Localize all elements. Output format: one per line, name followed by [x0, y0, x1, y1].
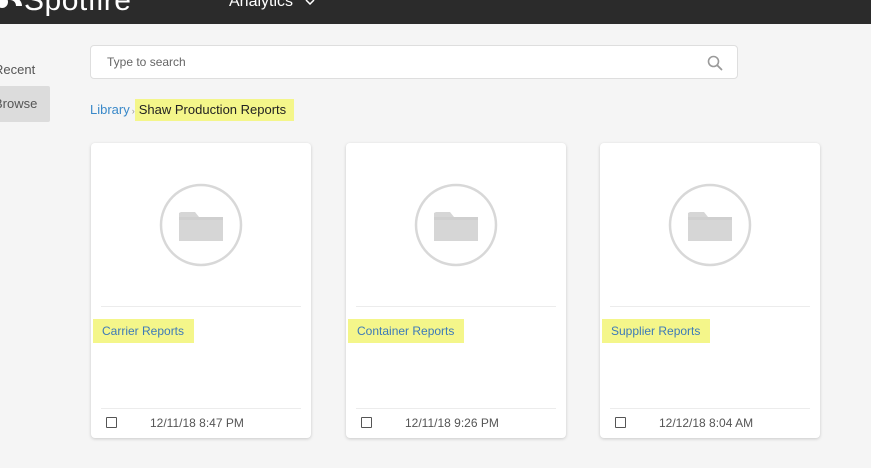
card-divider: [610, 408, 810, 409]
spotfire-logo-icon: [0, 0, 22, 9]
folder-icon: [414, 183, 498, 267]
card-divider: [101, 408, 301, 409]
folder-card[interactable]: Carrier Reports 12/11/18 8:47 PM: [91, 143, 311, 438]
folder-title-label: Carrier Reports: [102, 324, 185, 338]
select-checkbox[interactable]: [615, 417, 626, 428]
folder-card[interactable]: Supplier Reports 12/12/18 8:04 AM: [600, 143, 820, 438]
sidebar-item-label: Recent: [0, 62, 36, 77]
folder-title[interactable]: Carrier Reports: [93, 319, 195, 343]
modified-date: 12/11/18 8:47 PM: [150, 416, 244, 430]
search-input[interactable]: [107, 53, 667, 71]
search-box: [90, 45, 738, 79]
card-divider: [356, 306, 556, 307]
sidebar-item-browse[interactable]: Browse: [0, 86, 50, 122]
folder-title-label: Container Reports: [357, 324, 455, 338]
brand-logo[interactable]: Spotfire: [0, 0, 131, 18]
card-divider: [101, 306, 301, 307]
sidebar-item-recent[interactable]: Recent: [0, 52, 50, 88]
select-checkbox[interactable]: [106, 417, 117, 428]
top-bar: Spotfire Analytics: [0, 0, 871, 24]
card-divider: [356, 408, 556, 409]
folder-icon: [668, 183, 752, 267]
analytics-menu[interactable]: Analytics: [229, 0, 316, 11]
brand-name: Spotfire: [24, 0, 132, 17]
select-checkbox[interactable]: [361, 417, 372, 428]
card-divider: [610, 306, 810, 307]
analytics-menu-label: Analytics: [229, 0, 294, 10]
modified-date: 12/12/18 8:04 AM: [659, 416, 754, 430]
breadcrumb-library-link[interactable]: Library: [90, 99, 130, 121]
search-icon[interactable]: [707, 55, 723, 71]
sidebar-item-label: Browse: [0, 96, 38, 111]
folder-title[interactable]: Container Reports: [348, 319, 465, 343]
breadcrumb-current: Shaw Production Reports: [134, 99, 295, 121]
folder-title-label: Supplier Reports: [611, 324, 701, 338]
chevron-down-icon: [305, 0, 316, 5]
sidebar: Recent Browse: [0, 24, 60, 468]
folder-title[interactable]: Supplier Reports: [602, 319, 711, 343]
folder-icon: [159, 183, 243, 267]
folder-card[interactable]: Container Reports 12/11/18 9:26 PM: [346, 143, 566, 438]
breadcrumb: Library › Shaw Production Reports: [90, 99, 295, 121]
modified-date: 12/11/18 9:26 PM: [405, 416, 499, 430]
